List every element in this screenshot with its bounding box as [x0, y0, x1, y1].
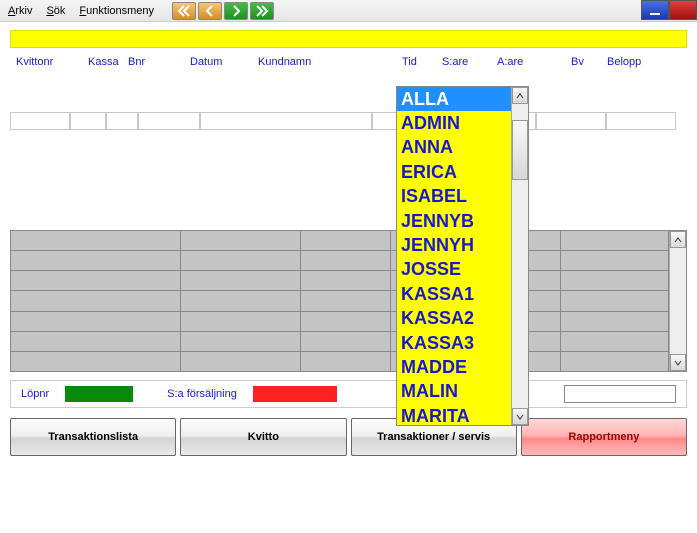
scroll-down-button[interactable]: [512, 408, 528, 425]
search-bar[interactable]: [10, 30, 687, 48]
col-kundnamn[interactable]: Kundnamn: [258, 56, 402, 68]
table-row[interactable]: [11, 291, 669, 311]
nav-last-button[interactable]: [250, 2, 274, 20]
input-cell[interactable]: [138, 112, 200, 130]
chevron-up-icon: [674, 236, 682, 244]
kvitto-button[interactable]: Kvitto: [180, 418, 346, 456]
table-row[interactable]: [11, 271, 669, 291]
nav-first-button[interactable]: [172, 2, 196, 20]
table-row[interactable]: [11, 312, 669, 332]
table-scrollbar[interactable]: [669, 231, 686, 371]
col-kassa[interactable]: Kassa: [88, 56, 128, 68]
table-row[interactable]: [11, 332, 669, 352]
nav-prev-button[interactable]: [198, 2, 222, 20]
chevron-right-icon: [229, 4, 243, 18]
minimize-icon: [650, 13, 660, 15]
chevron-left-icon: [203, 4, 217, 18]
menu-arkiv[interactable]: Arkiv: [8, 5, 32, 17]
dropdown-list: ALLAADMINANNAERICAISABELJENNYBJENNYHJOSS…: [397, 87, 511, 425]
rapportmeny-button[interactable]: Rapportmeny: [521, 418, 687, 456]
input-cell[interactable]: [536, 112, 606, 130]
scroll-thumb[interactable]: [512, 120, 528, 180]
lopnr-label: Löpnr: [21, 388, 49, 400]
dropdown-item[interactable]: KASSA3: [397, 331, 511, 355]
summary-field[interactable]: [564, 385, 676, 403]
dropdown-item[interactable]: ALLA: [397, 87, 511, 111]
nav-next-button[interactable]: [224, 2, 248, 20]
input-cell[interactable]: [200, 112, 372, 130]
col-sare[interactable]: S:are: [442, 56, 497, 68]
dropdown-scrollbar[interactable]: [511, 87, 528, 425]
chevron-up-icon: [516, 92, 524, 100]
dropdown-item[interactable]: MARITA: [397, 404, 511, 426]
dropdown-item[interactable]: MADDE: [397, 355, 511, 379]
dropdown-item[interactable]: JENNYB: [397, 209, 511, 233]
status-row: Löpnr S:a försäljning: [10, 380, 687, 408]
dropdown-item[interactable]: KASSA1: [397, 282, 511, 306]
content-area: Kvittonr Kassa Bnr Datum Kundnamn Tid S:…: [0, 22, 697, 533]
minimize-button[interactable]: [641, 0, 669, 20]
input-cell[interactable]: [106, 112, 138, 130]
dropdown-item[interactable]: ISABEL: [397, 185, 511, 209]
col-kvittonr[interactable]: Kvittonr: [10, 56, 88, 68]
input-row: [10, 112, 687, 130]
dropdown-item[interactable]: JENNYH: [397, 233, 511, 257]
dropdown-item[interactable]: JOSSE: [397, 258, 511, 282]
chevron-down-icon: [674, 359, 682, 367]
window-controls: [641, 0, 697, 20]
dropdown-item[interactable]: KASSA2: [397, 307, 511, 331]
chevrons-right-icon: [255, 4, 269, 18]
scroll-down-button[interactable]: [670, 354, 686, 371]
dropdown-item[interactable]: ERICA: [397, 160, 511, 184]
col-datum[interactable]: Datum: [190, 56, 258, 68]
nav-buttons: [172, 2, 274, 20]
scroll-up-button[interactable]: [670, 231, 686, 248]
detail-table: [10, 230, 687, 372]
sare-dropdown[interactable]: ALLAADMINANNAERICAISABELJENNYBJENNYHJOSS…: [396, 86, 529, 426]
menu-funktionsmeny[interactable]: Funktionsmeny: [79, 5, 154, 17]
column-headers: Kvittonr Kassa Bnr Datum Kundnamn Tid S:…: [10, 56, 687, 68]
col-belopp[interactable]: Belopp: [607, 56, 657, 68]
menu-sok[interactable]: Sök: [46, 5, 65, 17]
table-body: [11, 231, 669, 371]
col-tid[interactable]: Tid: [402, 56, 442, 68]
dropdown-item[interactable]: ADMIN: [397, 111, 511, 135]
scroll-up-button[interactable]: [512, 87, 528, 104]
input-cell[interactable]: [10, 112, 70, 130]
menu-bar: Arkiv Sök Funktionsmeny: [0, 5, 162, 17]
table-row[interactable]: [11, 251, 669, 271]
col-bnr[interactable]: Bnr: [128, 56, 190, 68]
col-bv[interactable]: Bv: [571, 56, 607, 68]
dropdown-item[interactable]: ANNA: [397, 136, 511, 160]
chevrons-left-icon: [177, 4, 191, 18]
transaktionslista-button[interactable]: Transaktionslista: [10, 418, 176, 456]
dropdown-item[interactable]: MALIN: [397, 380, 511, 404]
sa-forsaljning-label: S:a försäljning: [167, 388, 237, 400]
close-button[interactable]: [669, 0, 697, 20]
table-row[interactable]: [11, 231, 669, 251]
table-row[interactable]: [11, 352, 669, 371]
lopnr-value-box: [65, 386, 133, 402]
col-aare[interactable]: A:are: [497, 56, 571, 68]
sa-forsaljning-value-box: [253, 386, 337, 402]
input-cell[interactable]: [70, 112, 106, 130]
button-row: Transaktionslista Kvitto Transaktioner /…: [10, 418, 687, 456]
input-cell[interactable]: [606, 112, 676, 130]
titlebar: Arkiv Sök Funktionsmeny: [0, 0, 697, 22]
chevron-down-icon: [516, 413, 524, 421]
